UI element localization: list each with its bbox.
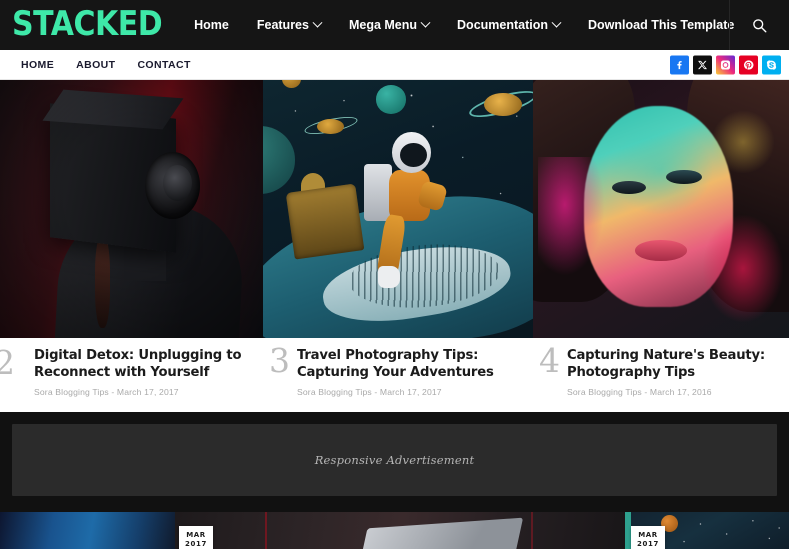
nav-item-features[interactable]: Features — [243, 0, 335, 50]
secondary-navigation-bar: HOME ABOUT CONTACT — [0, 50, 789, 80]
date-badge-month: MAR — [638, 531, 658, 539]
featured-posts-captions: 2 Digital Detox: Unplugging to Reconnect… — [0, 338, 789, 412]
chevron-down-icon — [420, 17, 431, 28]
post-title[interactable]: Capturing Nature's Beauty: Photography T… — [567, 348, 779, 382]
box-head-figure-image — [0, 80, 263, 338]
advertisement-label: Responsive Advertisement — [314, 453, 475, 467]
nav-item-download-this-template[interactable]: Download This Template — [574, 0, 748, 50]
post-date-badge: MAR 2017 — [631, 526, 665, 549]
date-badge-year: 2017 — [185, 539, 207, 548]
chevron-down-icon — [551, 17, 562, 28]
colorful-portrait-image — [533, 80, 789, 338]
pinterest-icon — [743, 59, 754, 70]
nav-item-home[interactable]: Home — [180, 0, 243, 50]
skype-link[interactable] — [762, 55, 781, 74]
advertisement-banner[interactable]: Responsive Advertisement — [12, 424, 777, 496]
post-list-preview-strip: MAR 2017 MAR 2017 — [0, 512, 789, 549]
nav-item-label: Features — [256, 18, 309, 32]
main-navigation: Home Features Mega Menu Documentation Do… — [180, 0, 748, 50]
sublink-home[interactable]: HOME — [10, 59, 65, 71]
featured-posts-images — [0, 80, 789, 338]
nav-item-label: Download This Template — [588, 18, 735, 32]
nav-item-label: Mega Menu — [348, 18, 418, 32]
nav-item-mega-menu[interactable]: Mega Menu — [335, 0, 443, 50]
facebook-icon — [677, 60, 682, 69]
pinterest-link[interactable] — [739, 55, 758, 74]
post-rank-number: 4 — [539, 341, 560, 380]
nav-item-documentation[interactable]: Documentation — [443, 0, 574, 50]
skype-icon — [766, 59, 777, 70]
post-thumbnail-laptop[interactable] — [175, 512, 625, 549]
post-title[interactable]: Digital Detox: Unplugging to Reconnect w… — [34, 348, 253, 382]
search-icon — [753, 18, 767, 32]
featured-post-card-1[interactable]: 2 Digital Detox: Unplugging to Reconnect… — [0, 338, 263, 412]
nav-item-label: Home — [194, 18, 229, 32]
post-rank-number: 2 — [0, 343, 15, 382]
site-logo[interactable]: STACKED — [0, 8, 180, 42]
post-rank-number: 3 — [269, 341, 290, 380]
facebook-link[interactable] — [670, 55, 689, 74]
post-thumbnail-blue[interactable] — [0, 512, 175, 549]
date-badge-month: MAR — [186, 531, 206, 539]
nav-item-label: Documentation — [457, 18, 549, 32]
chevron-down-icon — [312, 17, 323, 28]
site-header: STACKED Home Features Mega Menu Document… — [0, 0, 789, 50]
astronaut-whale-image — [263, 80, 533, 338]
x-twitter-icon — [698, 60, 707, 69]
featured-image-1[interactable] — [0, 80, 263, 338]
instagram-icon — [721, 60, 731, 70]
featured-image-3[interactable] — [533, 80, 789, 338]
x-twitter-link[interactable] — [693, 55, 712, 74]
date-badge-year: 2017 — [637, 539, 659, 548]
social-links — [670, 55, 781, 74]
featured-post-card-3[interactable]: 4 Capturing Nature's Beauty: Photography… — [533, 338, 789, 412]
post-meta: Sora Blogging Tips - March 17, 2017 — [297, 386, 442, 397]
featured-image-2[interactable] — [263, 80, 533, 338]
search-button[interactable] — [729, 0, 789, 50]
post-date-badge: MAR 2017 — [179, 526, 213, 549]
advertisement-section: Responsive Advertisement — [0, 412, 789, 512]
sublink-contact[interactable]: CONTACT — [126, 59, 201, 71]
secondary-nav-links: HOME ABOUT CONTACT — [0, 59, 202, 71]
post-meta: Sora Blogging Tips - March 17, 2017 — [34, 386, 179, 397]
sublink-about[interactable]: ABOUT — [65, 59, 126, 71]
featured-post-card-2[interactable]: 3 Travel Photography Tips: Capturing You… — [263, 338, 533, 412]
post-meta: Sora Blogging Tips - March 17, 2016 — [567, 386, 712, 397]
instagram-link[interactable] — [716, 55, 735, 74]
post-title[interactable]: Travel Photography Tips: Capturing Your … — [297, 348, 523, 382]
